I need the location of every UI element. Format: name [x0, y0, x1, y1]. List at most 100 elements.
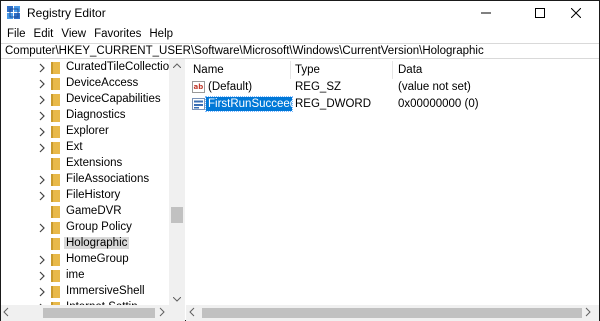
close-icon [571, 8, 581, 18]
folder-icon [51, 78, 60, 90]
tree-item-label: FileAssociations [66, 173, 150, 185]
address-bar[interactable]: Computer\HKEY_CURRENT_USER\Software\Micr… [1, 43, 599, 59]
folder-icon [51, 254, 60, 266]
folder-icon [51, 286, 60, 298]
value-name: (Default) [208, 81, 253, 93]
scroll-thumb[interactable] [171, 207, 183, 223]
tree-vertical-scrollbar[interactable] [169, 59, 185, 305]
folder-icon [51, 94, 60, 106]
chevron-up-icon [173, 62, 181, 68]
scroll-down-button[interactable] [169, 293, 185, 305]
tree-item[interactable]: ImmersiveShell [1, 284, 169, 300]
chevron-right-icon[interactable] [38, 79, 46, 89]
tree-item[interactable]: FileAssociations [1, 172, 169, 188]
tree-item[interactable]: Extensions [1, 156, 169, 172]
value-type: REG_DWORD [295, 98, 372, 110]
window-title: Registry Editor [27, 6, 106, 20]
maximize-icon [535, 8, 545, 18]
chevron-right-icon[interactable] [38, 63, 46, 73]
tree-item-label: Group Policy [66, 221, 132, 233]
chevron-right-icon[interactable] [585, 307, 591, 317]
minimize-button[interactable] [463, 1, 509, 25]
tree-item-label: ImmersiveShell [66, 285, 145, 297]
chevron-right-icon[interactable] [38, 255, 46, 265]
tree-item-label: Ext [66, 141, 83, 153]
registry-editor-app-icon [7, 6, 20, 19]
values-list[interactable]: Name Type Data ab (Default) REG_SZ (value n… [186, 59, 599, 305]
tree-item[interactable]: CuratedTileCollections [1, 60, 181, 76]
column-header-type[interactable]: Type [295, 61, 320, 79]
menu-favorites[interactable]: Favorites [92, 28, 145, 40]
column-header-name[interactable]: Name [193, 61, 224, 79]
chevron-right-icon[interactable] [38, 191, 46, 201]
chevron-right-icon[interactable] [38, 175, 46, 185]
tree-item[interactable]: DeviceCapabilities [1, 92, 169, 108]
menu-file[interactable]: File [5, 28, 30, 40]
tree-item-label: DeviceAccess [66, 77, 139, 89]
value-name: FirstRunSucceed... [205, 96, 293, 112]
tree-horizontal-scrollbar[interactable] [1, 305, 185, 321]
chevron-left-icon[interactable] [189, 307, 195, 317]
tree-item[interactable]: Group Policy [1, 220, 169, 236]
chevron-left-icon[interactable] [3, 307, 9, 317]
value-row[interactable]: ab (Default) REG_SZ (value not set) [186, 79, 599, 95]
folder-icon [51, 110, 60, 122]
folder-icon [51, 222, 60, 234]
column-divider[interactable] [290, 61, 291, 79]
tree-item[interactable]: DeviceAccess [1, 76, 169, 92]
tree-item-label: FileHistory [66, 189, 121, 201]
tree-item-label: Explorer [66, 125, 109, 137]
chevron-right-icon[interactable] [38, 271, 46, 281]
chevron-right-icon[interactable] [38, 111, 46, 121]
tree-item[interactable]: FileHistory [1, 188, 169, 204]
folder-icon [51, 270, 60, 282]
menu-view[interactable]: View [59, 28, 90, 40]
folder-icon [51, 206, 60, 218]
tree-item-label: Holographic [64, 237, 130, 249]
folder-icon [51, 174, 60, 186]
tree-item[interactable]: GameDVR [1, 204, 169, 220]
column-header-data[interactable]: Data [398, 61, 422, 79]
svg-text:ab: ab [194, 83, 204, 91]
folder-icon [51, 238, 60, 250]
scroll-thumb[interactable] [202, 308, 582, 318]
menu-edit[interactable]: Edit [32, 28, 58, 40]
chevron-right-icon[interactable] [38, 287, 46, 297]
tree-item-label: CuratedTileCollections [66, 61, 182, 73]
tree-item-label: Extensions [66, 157, 123, 169]
column-divider[interactable] [392, 61, 393, 79]
values-horizontal-scrollbar[interactable] [186, 305, 599, 321]
tree-item-label: GameDVR [66, 205, 122, 217]
tree-item[interactable]: Explorer [1, 124, 169, 140]
value-data: 0x00000000 (0) [398, 98, 479, 110]
scroll-thumb[interactable] [43, 308, 155, 318]
folder-icon [51, 126, 60, 138]
folder-icon [51, 158, 60, 170]
title-bar[interactable]: Registry Editor [1, 1, 599, 25]
menu-help[interactable]: Help [147, 28, 177, 40]
registry-editor-window: Registry Editor File Edit View Favorites… [0, 0, 600, 321]
key-tree[interactable]: CuratedTileCollections DeviceAccess Device… [1, 59, 185, 321]
scroll-up-button[interactable] [169, 59, 185, 71]
tree-item-label: Diagnostics [66, 109, 126, 121]
close-button[interactable] [553, 1, 599, 25]
tree-item-label: HomeGroup [66, 253, 129, 265]
chevron-right-icon[interactable] [38, 127, 46, 137]
chevron-right-icon[interactable] [38, 95, 46, 105]
chevron-right-icon[interactable] [159, 307, 165, 317]
chevron-down-icon [173, 296, 181, 302]
folder-icon [51, 142, 60, 154]
tree-item[interactable]: Holographic [1, 236, 169, 252]
tree-item[interactable]: Ext [1, 140, 169, 156]
chevron-right-icon[interactable] [38, 223, 46, 233]
value-data: (value not set) [398, 81, 471, 93]
minimize-icon [481, 12, 491, 14]
tree-item[interactable]: HomeGroup [1, 252, 169, 268]
folder-icon [51, 62, 60, 74]
tree-item[interactable]: Diagnostics [1, 108, 169, 124]
tree-item-label: DeviceCapabilities [66, 93, 161, 105]
value-row[interactable]: FirstRunSucceed...REG_DWORD 0x00000000 (0… [186, 96, 599, 112]
tree-item[interactable]: ime [1, 268, 169, 284]
string-value-icon: ab [192, 81, 205, 93]
chevron-right-icon[interactable] [38, 143, 46, 153]
